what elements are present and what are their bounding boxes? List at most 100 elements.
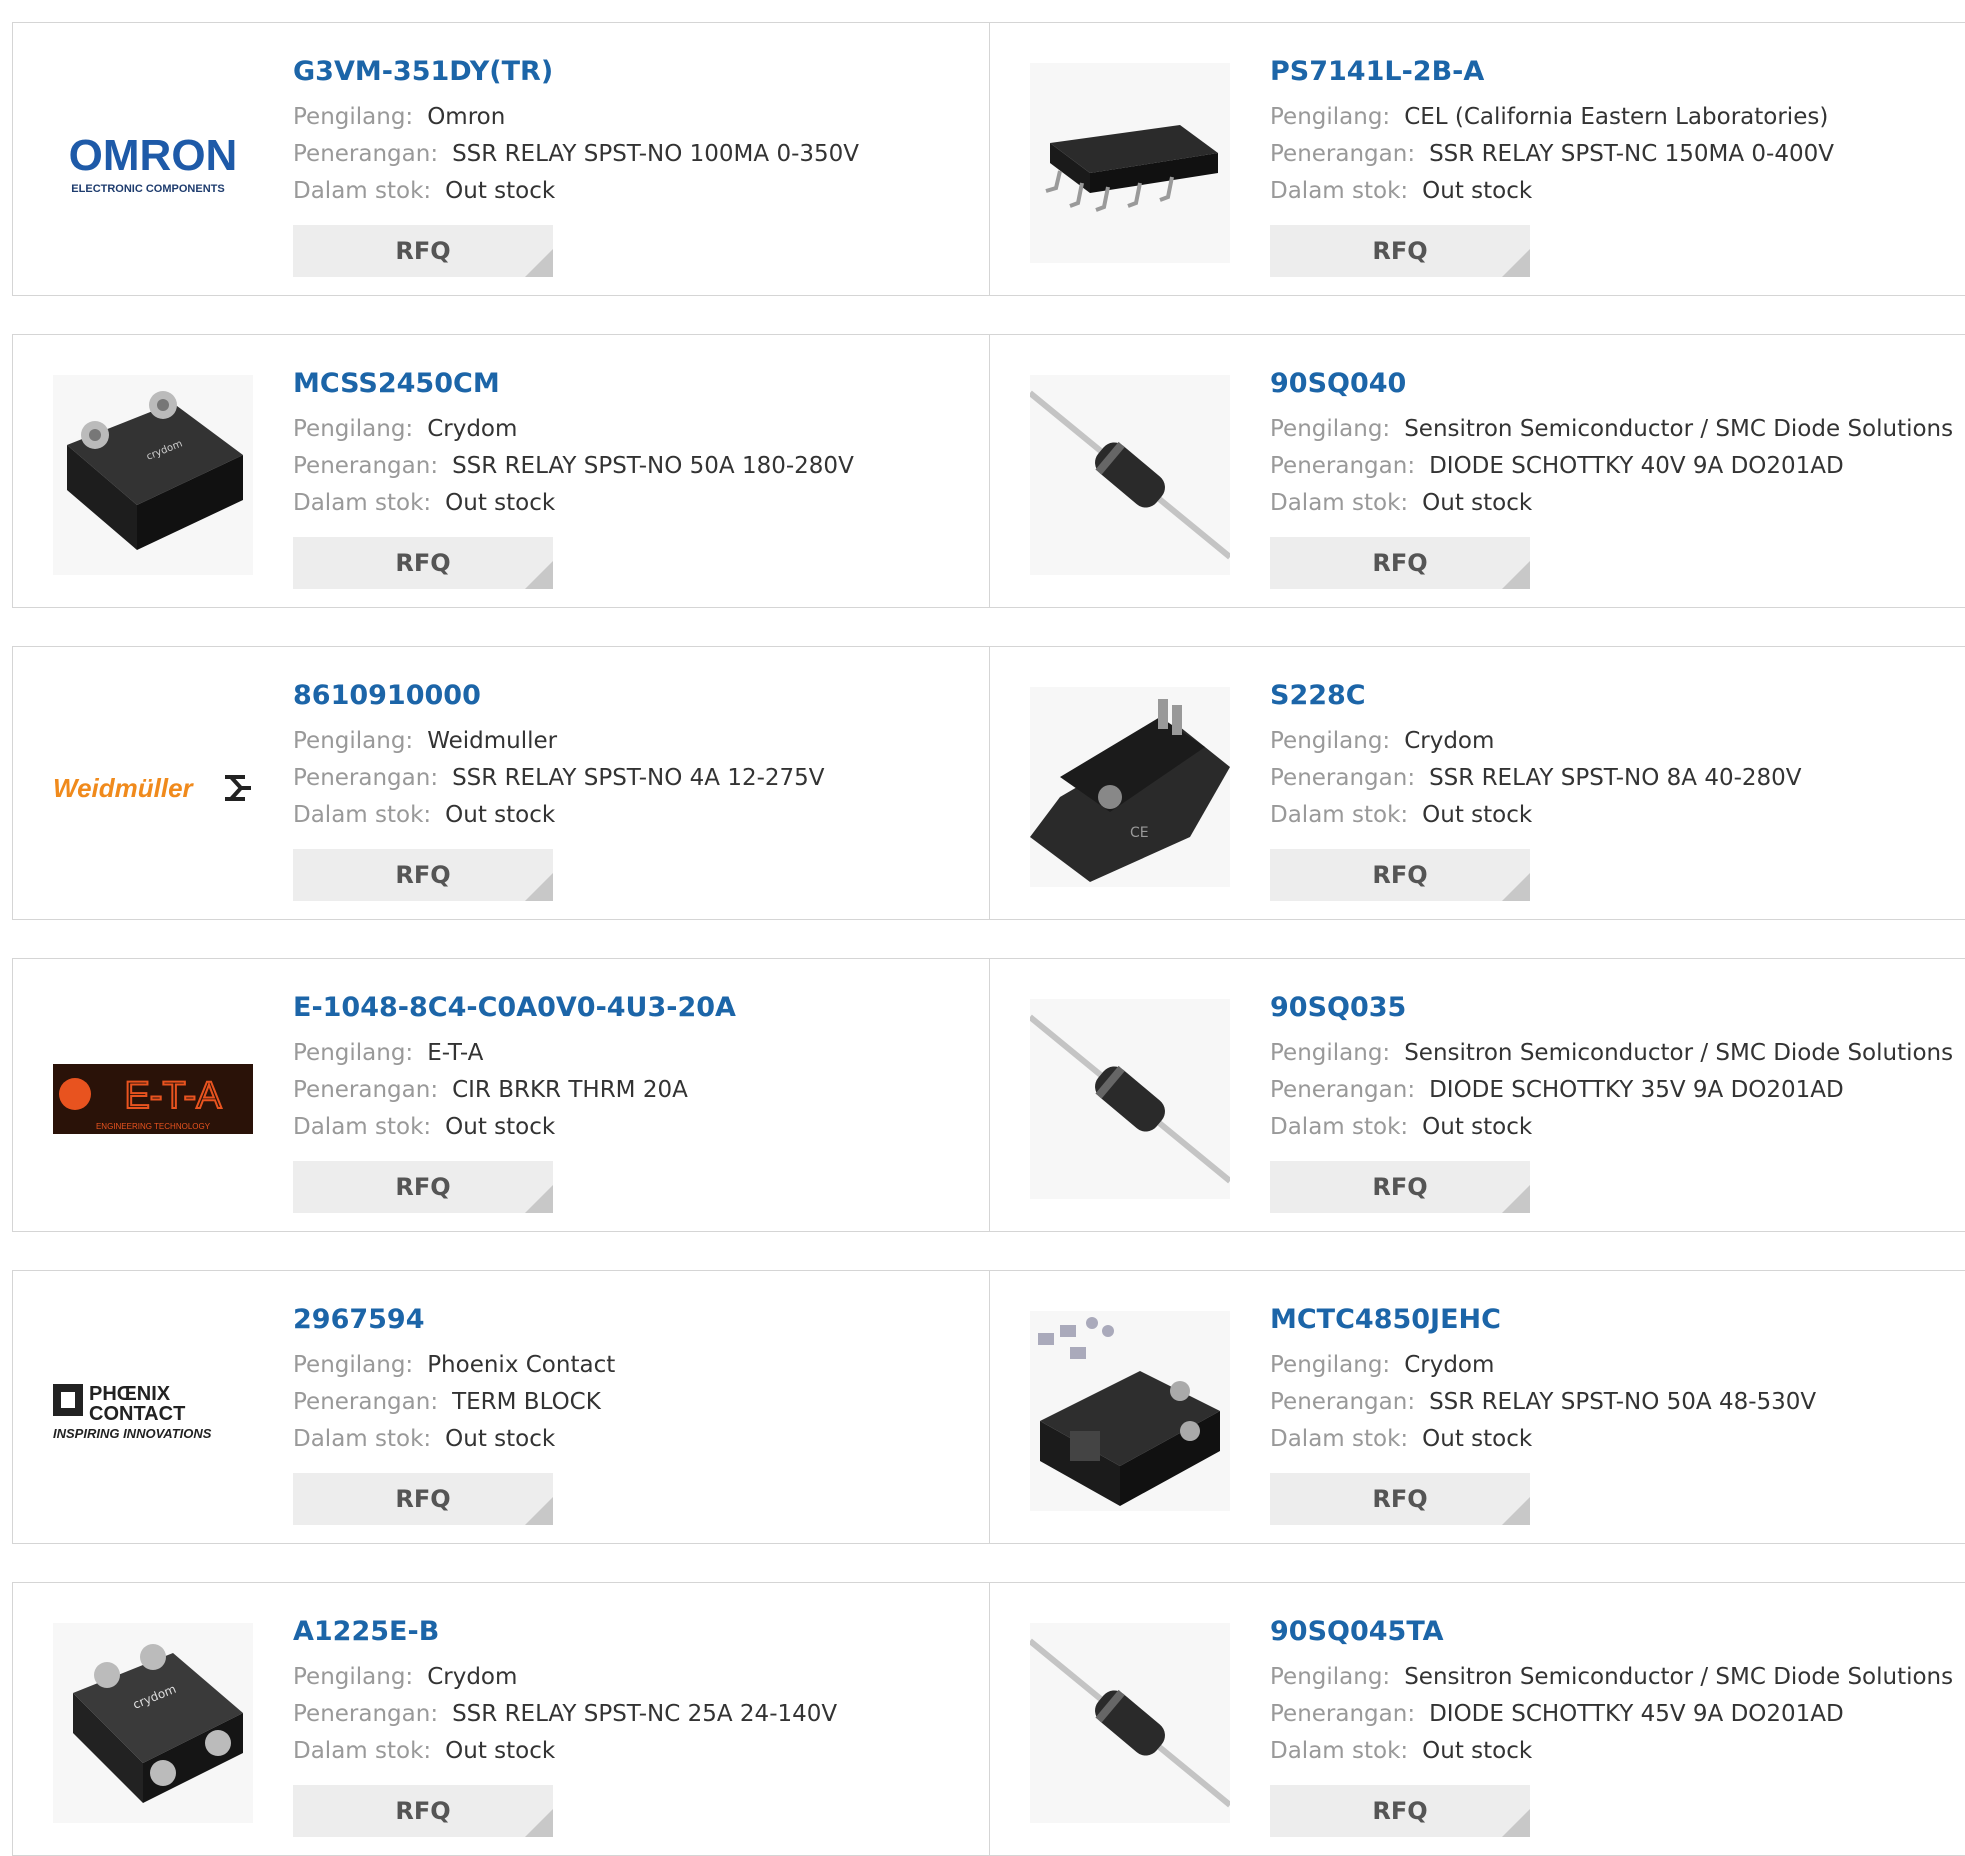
stock-value: Out stock: [1422, 1738, 1533, 1764]
manufacturer-label: Pengilang:: [293, 1664, 414, 1690]
ssr-relay-image: [1030, 1311, 1230, 1511]
svg-text:CE: CE: [1130, 825, 1149, 841]
part-number-link[interactable]: E-1048-8C4-C0A0V0-4U3-20A: [293, 989, 979, 1027]
stock-label: Dalam stok:: [1270, 178, 1409, 204]
part-number-link[interactable]: A1225E-B: [293, 1613, 979, 1651]
diode-image: [1030, 1623, 1230, 1823]
svg-text:PHŒNIX: PHŒNIX: [89, 1383, 171, 1405]
manufacturer-label: Pengilang:: [293, 1352, 414, 1378]
corner-decoration: [1502, 249, 1530, 277]
svg-text:CONTACT: CONTACT: [89, 1403, 185, 1425]
stock-value: Out stock: [1422, 490, 1533, 516]
product-card: E-T-A ENGINEERING TECHNOLOGY E-1048-8C4-…: [12, 958, 990, 1232]
rfq-button[interactable]: RFQ: [293, 537, 553, 589]
stock-label: Dalam stok:: [1270, 1738, 1409, 1764]
rfq-button[interactable]: RFQ: [1270, 849, 1530, 901]
stock-value: Out stock: [1422, 802, 1533, 828]
product-card: 90SQ035 Pengilang: Sensitron Semiconducto…: [990, 958, 1965, 1232]
description-value: DIODE SCHOTTKY 35V 9A DO201AD: [1429, 1077, 1844, 1103]
part-number-link[interactable]: 8610910000: [293, 677, 979, 715]
product-card: crydom MCSS2450CM Pengilang: Crydom Pener…: [12, 334, 990, 608]
stock-value: Out stock: [1422, 1426, 1533, 1452]
manufacturer-label: Pengilang:: [1270, 1352, 1391, 1378]
ssr-relay-image: crydom: [53, 375, 253, 575]
rfq-button[interactable]: RFQ: [293, 849, 553, 901]
omron-logo: OMRON ELECTRONIC COMPONENTS: [53, 63, 253, 263]
description-label: Penerangan:: [1270, 453, 1416, 479]
description-value: DIODE SCHOTTKY 40V 9A DO201AD: [1429, 453, 1844, 479]
manufacturer-value: Crydom: [1404, 728, 1495, 754]
part-number-link[interactable]: MCSS2450CM: [293, 365, 979, 403]
manufacturer-value: Crydom: [427, 416, 518, 442]
corner-decoration: [525, 873, 553, 901]
rfq-button[interactable]: RFQ: [1270, 537, 1530, 589]
description-value: SSR RELAY SPST-NC 25A 24-140V: [452, 1701, 838, 1727]
description-value: SSR RELAY SPST-NC 150MA 0-400V: [1429, 141, 1834, 167]
diode-image: [1030, 375, 1230, 575]
stock-value: Out stock: [445, 490, 556, 516]
manufacturer-value: Phoenix Contact: [427, 1352, 616, 1378]
phoenix-contact-logo: PHŒNIX CONTACT INSPIRING INNOVATIONS: [53, 1311, 253, 1511]
stock-value: Out stock: [445, 802, 556, 828]
part-number-link[interactable]: 90SQ045TA: [1270, 1613, 1963, 1651]
part-number-link[interactable]: 2967594: [293, 1301, 979, 1339]
part-number-link[interactable]: MCTC4850JEHC: [1270, 1301, 1963, 1339]
manufacturer-label: Pengilang:: [293, 416, 414, 442]
part-number-link[interactable]: PS7141L-2B-A: [1270, 53, 1963, 91]
product-card: 90SQ045TA Pengilang: Sensitron Semiconduc…: [990, 1582, 1965, 1856]
part-number-link[interactable]: 90SQ040: [1270, 365, 1963, 403]
rfq-button[interactable]: RFQ: [1270, 1161, 1530, 1213]
stock-label: Dalam stok:: [1270, 802, 1409, 828]
rfq-button[interactable]: RFQ: [293, 225, 553, 277]
ic-chip-image: [1030, 63, 1230, 263]
manufacturer-value: Sensitron Semiconductor / SMC Diode Solu…: [1404, 416, 1954, 442]
manufacturer-label: Pengilang:: [1270, 728, 1391, 754]
stock-value: Out stock: [445, 1738, 556, 1764]
part-number-link[interactable]: 90SQ035: [1270, 989, 1963, 1027]
description-label: Penerangan:: [293, 141, 439, 167]
corner-decoration: [1502, 1809, 1530, 1837]
description-label: Penerangan:: [1270, 1077, 1416, 1103]
svg-text:ENGINEERING TECHNOLOGY: ENGINEERING TECHNOLOGY: [96, 1122, 211, 1131]
product-card: 90SQ040 Pengilang: Sensitron Semiconducto…: [990, 334, 1965, 608]
rfq-button[interactable]: RFQ: [1270, 1473, 1530, 1525]
manufacturer-value: Crydom: [427, 1664, 518, 1690]
product-card: OMRON ELECTRONIC COMPONENTS G3VM-351DY(T…: [12, 22, 990, 296]
product-card: crydom A1225E-B Pengilang: Crydom Peneran…: [12, 1582, 990, 1856]
description-label: Penerangan:: [293, 1701, 439, 1727]
svg-text:E-T-A: E-T-A: [124, 1075, 222, 1117]
stock-label: Dalam stok:: [293, 490, 432, 516]
corner-decoration: [525, 249, 553, 277]
stock-value: Out stock: [445, 1426, 556, 1452]
svg-text:ELECTRONIC COMPONENTS: ELECTRONIC COMPONENTS: [71, 183, 224, 195]
description-value: SSR RELAY SPST-NO 50A 48-530V: [1429, 1389, 1817, 1415]
stock-label: Dalam stok:: [1270, 1426, 1409, 1452]
rfq-button[interactable]: RFQ: [1270, 1785, 1530, 1837]
stock-label: Dalam stok:: [1270, 1114, 1409, 1140]
corner-decoration: [1502, 1185, 1530, 1213]
corner-decoration: [1502, 561, 1530, 589]
product-card: MCTC4850JEHC Pengilang: Crydom Penerangan…: [990, 1270, 1965, 1544]
manufacturer-label: Pengilang:: [1270, 1040, 1391, 1066]
part-number-link[interactable]: G3VM-351DY(TR): [293, 53, 979, 91]
description-value: DIODE SCHOTTKY 45V 9A DO201AD: [1429, 1701, 1844, 1727]
rfq-button[interactable]: RFQ: [1270, 225, 1530, 277]
rfq-button[interactable]: RFQ: [293, 1473, 553, 1525]
manufacturer-label: Pengilang:: [1270, 416, 1391, 442]
description-value: SSR RELAY SPST-NO 8A 40-280V: [1429, 765, 1802, 791]
manufacturer-value: Crydom: [1404, 1352, 1495, 1378]
corner-decoration: [525, 1809, 553, 1837]
description-value: SSR RELAY SPST-NO 4A 12-275V: [452, 765, 825, 791]
svg-text:OMRON: OMRON: [69, 131, 238, 180]
rfq-button[interactable]: RFQ: [293, 1161, 553, 1213]
product-card: PS7141L-2B-A Pengilang: CEL (California E…: [990, 22, 1965, 296]
rfq-button[interactable]: RFQ: [293, 1785, 553, 1837]
description-label: Penerangan:: [1270, 1389, 1416, 1415]
manufacturer-value: CEL (California Eastern Laboratories): [1404, 104, 1829, 130]
stock-label: Dalam stok:: [293, 1114, 432, 1140]
manufacturer-value: Sensitron Semiconductor / SMC Diode Solu…: [1404, 1664, 1954, 1690]
stock-value: Out stock: [445, 178, 556, 204]
corner-decoration: [1502, 873, 1530, 901]
stock-value: Out stock: [445, 1114, 556, 1140]
part-number-link[interactable]: S228C: [1270, 677, 1963, 715]
